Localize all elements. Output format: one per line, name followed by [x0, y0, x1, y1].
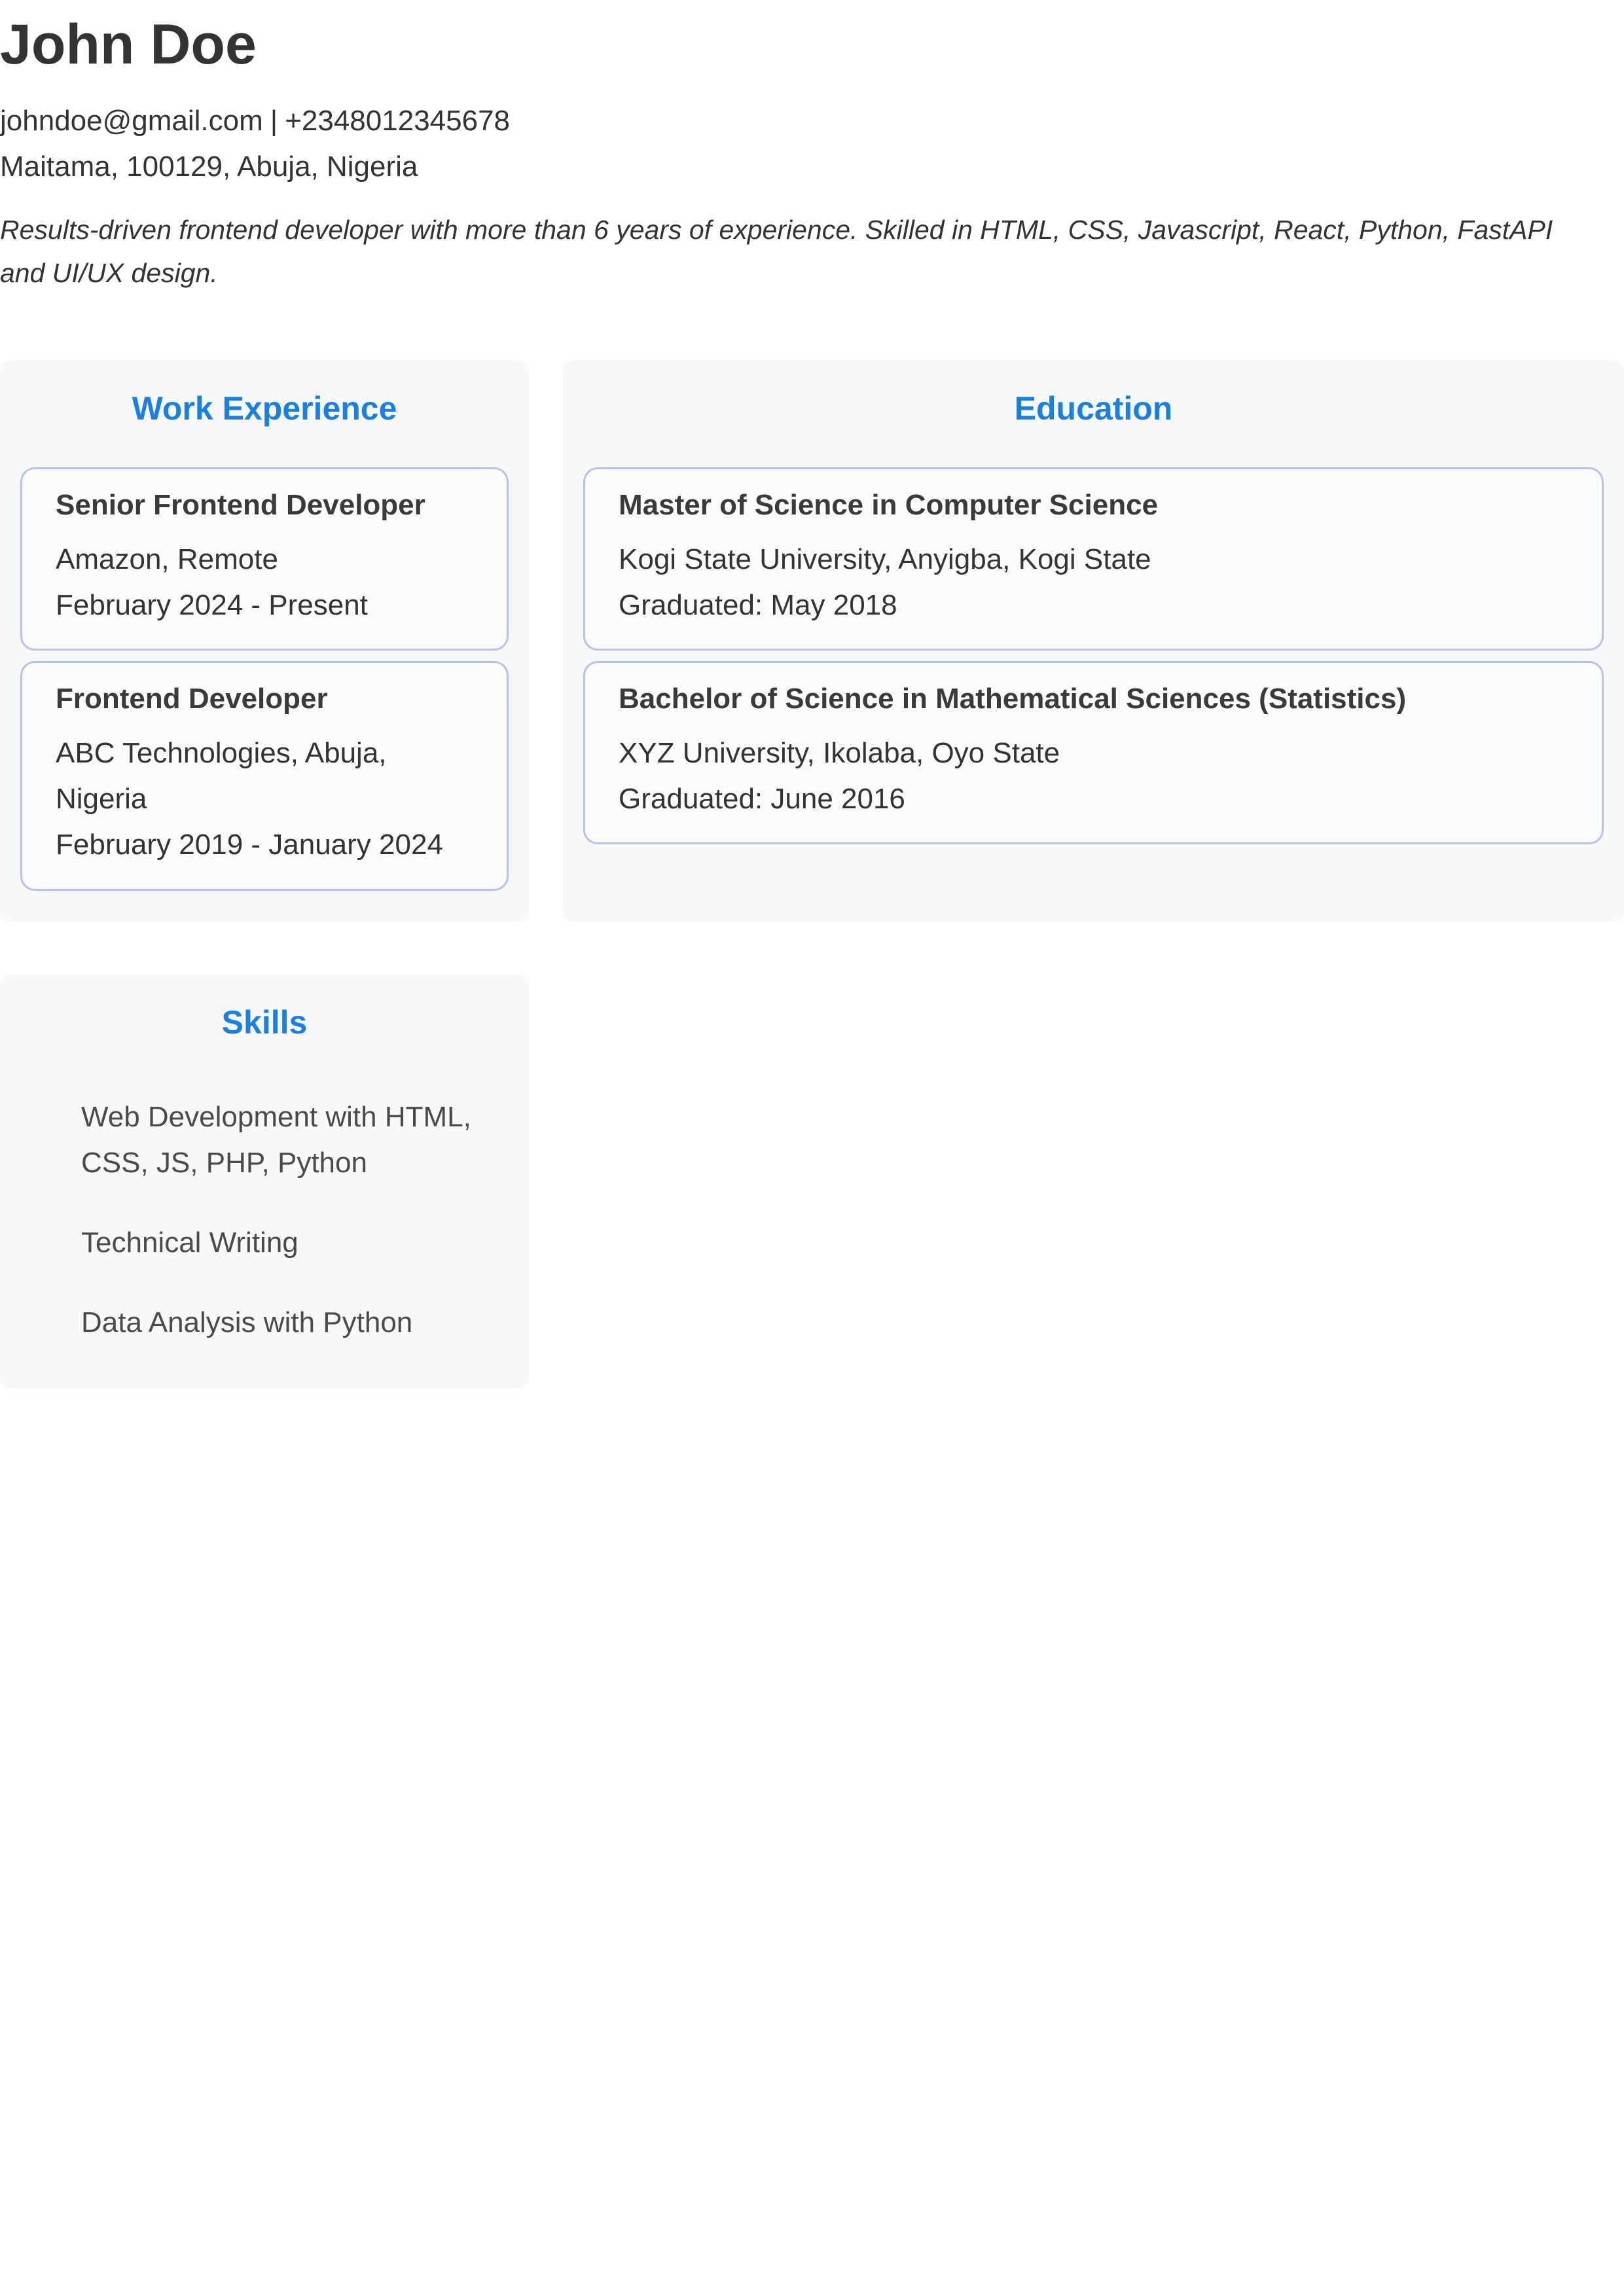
- skill-item: Web Development with HTML, CSS, JS, PHP,…: [81, 1101, 471, 1179]
- skill-item: Data Analysis with Python: [81, 1306, 413, 1338]
- work-experience-section: Work Experience Senior Frontend Develope…: [0, 361, 529, 922]
- contact-separator: |: [270, 105, 278, 137]
- graduation-date: Graduated: June 2016: [619, 783, 905, 815]
- degree-title: Master of Science in Computer Science: [619, 489, 1159, 521]
- degree-title: Bachelor of Science in Mathematical Scie…: [619, 683, 1407, 715]
- education-card: Master of Science in Computer Science Ko…: [583, 467, 1604, 651]
- candidate-name: John Doe: [0, 13, 257, 76]
- job-dates: February 2024 - Present: [56, 589, 368, 621]
- email-text: johndoe@gmail.com: [0, 105, 263, 137]
- job-company: ABC Technologies, Abuja, Nigeria: [56, 737, 387, 815]
- skills-section: Skills Web Development with HTML, CSS, J…: [0, 975, 529, 1388]
- work-experience-card: Frontend Developer ABC Technologies, Abu…: [20, 661, 509, 891]
- contact-line: johndoe@gmail.com | +2348012345678: [0, 98, 510, 144]
- education-card: Bachelor of Science in Mathematical Scie…: [583, 661, 1604, 844]
- job-dates: February 2019 - January 2024: [56, 829, 443, 861]
- school-name: Kogi State University, Anyigba, Kogi Sta…: [619, 543, 1151, 575]
- job-title: Senior Frontend Developer: [56, 489, 425, 521]
- work-experience-heading: Work Experience: [132, 390, 397, 427]
- skills-list: Web Development with HTML, CSS, JS, PHP,…: [81, 1094, 500, 1380]
- education-section: Education Master of Science in Computer …: [563, 361, 1624, 922]
- school-name: XYZ University, Ikolaba, Oyo State: [619, 737, 1060, 769]
- education-heading: Education: [1014, 390, 1173, 427]
- phone-text: +2348012345678: [285, 105, 511, 137]
- skills-heading: Skills: [221, 1004, 308, 1041]
- graduation-date: Graduated: May 2018: [619, 589, 897, 621]
- job-company: Amazon, Remote: [56, 543, 278, 575]
- address-text: Maitama, 100129, Abuja, Nigeria: [0, 151, 418, 183]
- profile-summary: Results-driven frontend developer with m…: [0, 215, 1553, 288]
- work-experience-card: Senior Frontend Developer Amazon, Remote…: [20, 467, 509, 651]
- job-title: Frontend Developer: [56, 683, 328, 715]
- resume-page: John Doe johndoe@gmail.com | +234801234567…: [0, 0, 1624, 2296]
- skill-item: Technical Writing: [81, 1227, 298, 1259]
